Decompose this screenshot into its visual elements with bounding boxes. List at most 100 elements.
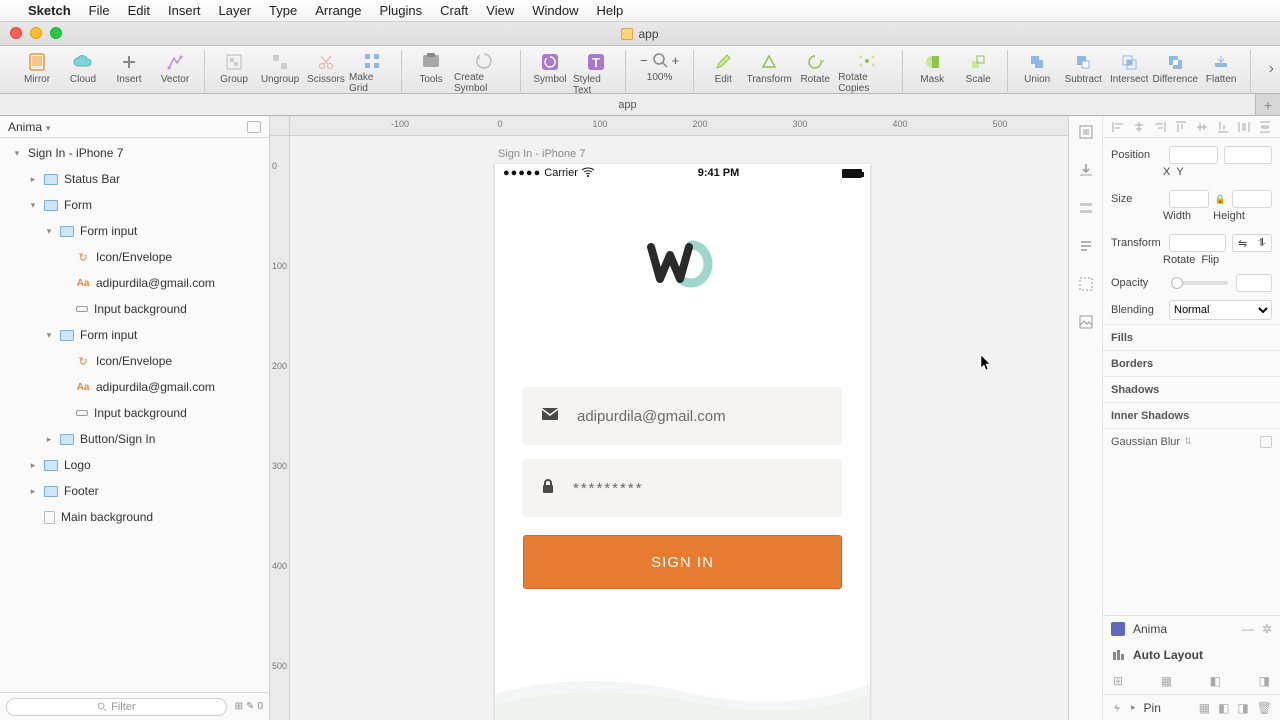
menu-plugins[interactable]: Plugins [379,3,422,18]
document-tab[interactable]: app [0,94,1256,115]
x-field[interactable] [1169,146,1218,164]
menu-type[interactable]: Type [269,3,297,18]
tool-rotate[interactable]: Rotate [792,50,838,94]
align-bottom-button[interactable] [1216,121,1230,133]
tool-flatten[interactable]: Flatten [1198,50,1244,94]
ruler-vertical[interactable]: 0 100 200 300 400 500 [270,136,290,720]
menu-arrange[interactable]: Arrange [315,3,361,18]
opacity-field[interactable] [1236,274,1272,292]
layer-form[interactable]: ▾Form [0,192,269,218]
tool-mirror[interactable]: Mirror [14,50,60,94]
pin-row[interactable]: ▸Pin ▦ ◧ ◨ 🗑 [1103,694,1280,720]
inspector-tab-text[interactable] [1076,236,1096,256]
pin-tool-1[interactable]: ▦ [1199,701,1210,715]
zoom-out-button[interactable]: − [640,53,648,68]
autolayout-row[interactable]: Auto Layout [1103,642,1280,668]
canvas-area[interactable]: -100 0 100 200 300 400 500 0 100 200 300… [270,116,1068,720]
tool-scale[interactable]: Scale [955,50,1001,94]
menu-help[interactable]: Help [597,3,624,18]
pin-tool-2[interactable]: ◧ [1218,701,1229,715]
inspector-tab-selection[interactable] [1076,274,1096,294]
inner-shadows-section[interactable]: Inner Shadows [1103,402,1280,428]
rotate-field[interactable] [1169,234,1226,252]
align-left-button[interactable] [1111,121,1125,133]
tool-createsymbol[interactable]: Create Symbol [454,50,514,94]
width-field[interactable] [1169,190,1209,208]
layer-logo[interactable]: ▸Logo [0,452,269,478]
y-field[interactable] [1224,146,1273,164]
anima-panel-header[interactable]: Anima—✲ [1103,616,1280,642]
menu-craft[interactable]: Craft [440,3,468,18]
toolbar-overflow-icon[interactable]: › [1269,60,1274,78]
align-right-button[interactable] [1153,121,1167,133]
artboard-label[interactable]: Sign In - iPhone 7 [498,148,585,160]
blending-select[interactable]: Normal [1169,300,1272,320]
tool-symbol[interactable]: Symbol [527,50,573,94]
tool-ungroup[interactable]: Ungroup [257,50,303,94]
inspector-tab-image[interactable] [1076,312,1096,332]
tool-transform[interactable]: Transform [746,50,792,94]
plugin-dropdown[interactable]: Anima▾ [0,116,269,138]
tool-insert[interactable]: Insert [106,50,152,94]
zoom-window-button[interactable] [50,27,62,39]
layout-tool-3[interactable]: ◧ [1210,674,1221,688]
menu-view[interactable]: View [486,3,514,18]
tool-difference[interactable]: Difference [1152,50,1198,94]
layer-input-bg-2[interactable]: Input background [0,400,269,426]
tool-union[interactable]: Union [1014,50,1060,94]
artboard-row[interactable]: ▾Sign In - iPhone 7 [0,140,269,166]
opacity-slider[interactable] [1171,281,1228,285]
tool-intersect[interactable]: Intersect [1106,50,1152,94]
zoom-level[interactable]: 100% [647,72,673,83]
filter-input[interactable]: Filter [6,698,227,716]
layer-statusbar[interactable]: ▸Status Bar [0,166,269,192]
inspector-tab-design[interactable] [1076,122,1096,142]
artboard[interactable]: ●●●●● Carrier 9:41 PM adipurdila@gmail.c… [495,164,870,720]
align-top-button[interactable] [1174,121,1188,133]
tool-rotatecopies[interactable]: Rotate Copies [838,50,896,94]
tool-vector[interactable]: Vector [152,50,198,94]
app-name[interactable]: Sketch [28,3,71,18]
menu-insert[interactable]: Insert [168,3,201,18]
shadows-section[interactable]: Shadows [1103,376,1280,402]
tool-scissors[interactable]: Scissors [303,50,349,94]
align-vcenter-button[interactable] [1195,121,1209,133]
menu-layer[interactable]: Layer [219,3,252,18]
layer-forminput-2[interactable]: ▾Form input [0,322,269,348]
layer-input-bg-1[interactable]: Input background [0,296,269,322]
tool-group[interactable]: Group [211,50,257,94]
height-field[interactable] [1232,190,1272,208]
tool-subtract[interactable]: Subtract [1060,50,1106,94]
layout-tool-1[interactable]: ⊞ [1113,674,1123,688]
tool-styledtext[interactable]: TStyled Text [573,50,619,94]
inspector-tab-prototype[interactable] [1076,198,1096,218]
trash-icon[interactable]: 🗑 [1257,701,1272,715]
tool-tools[interactable]: Tools [408,50,454,94]
flip-buttons[interactable]: ⇋⥮ [1232,234,1272,252]
menu-window[interactable]: Window [532,3,578,18]
align-hcenter-button[interactable] [1132,121,1146,133]
tool-makegrid[interactable]: Make Grid [349,50,395,94]
minimize-window-button[interactable] [30,27,42,39]
layer-icon-envelope-2[interactable]: ↻Icon/Envelope [0,348,269,374]
layer-email-text-2[interactable]: Aaadipurdila@gmail.com [0,374,269,400]
distribute-v-button[interactable] [1258,121,1272,133]
tool-mask[interactable]: Mask [909,50,955,94]
ruler-horizontal[interactable]: -100 0 100 200 300 400 500 [290,116,1068,136]
gaussian-blur-section[interactable]: Gaussian Blur⇅ [1103,428,1280,454]
distribute-h-button[interactable] [1237,121,1251,133]
layer-button-signin[interactable]: ▸Button/Sign In [0,426,269,452]
close-window-button[interactable] [10,27,22,39]
panel-toggle-icon[interactable] [247,121,261,133]
borders-section[interactable]: Borders [1103,350,1280,376]
layer-forminput-1[interactable]: ▾Form input [0,218,269,244]
menu-edit[interactable]: Edit [128,3,150,18]
pin-tool-3[interactable]: ◨ [1237,701,1248,715]
layout-tool-2[interactable]: ▦ [1161,674,1172,688]
inspector-tab-export[interactable] [1076,160,1096,180]
layer-main-bg[interactable]: Main background [0,504,269,530]
menu-file[interactable]: File [89,3,110,18]
layer-icon-envelope-1[interactable]: ↻Icon/Envelope [0,244,269,270]
ruler-origin[interactable] [270,116,290,136]
zoom-in-button[interactable]: + [672,53,680,68]
